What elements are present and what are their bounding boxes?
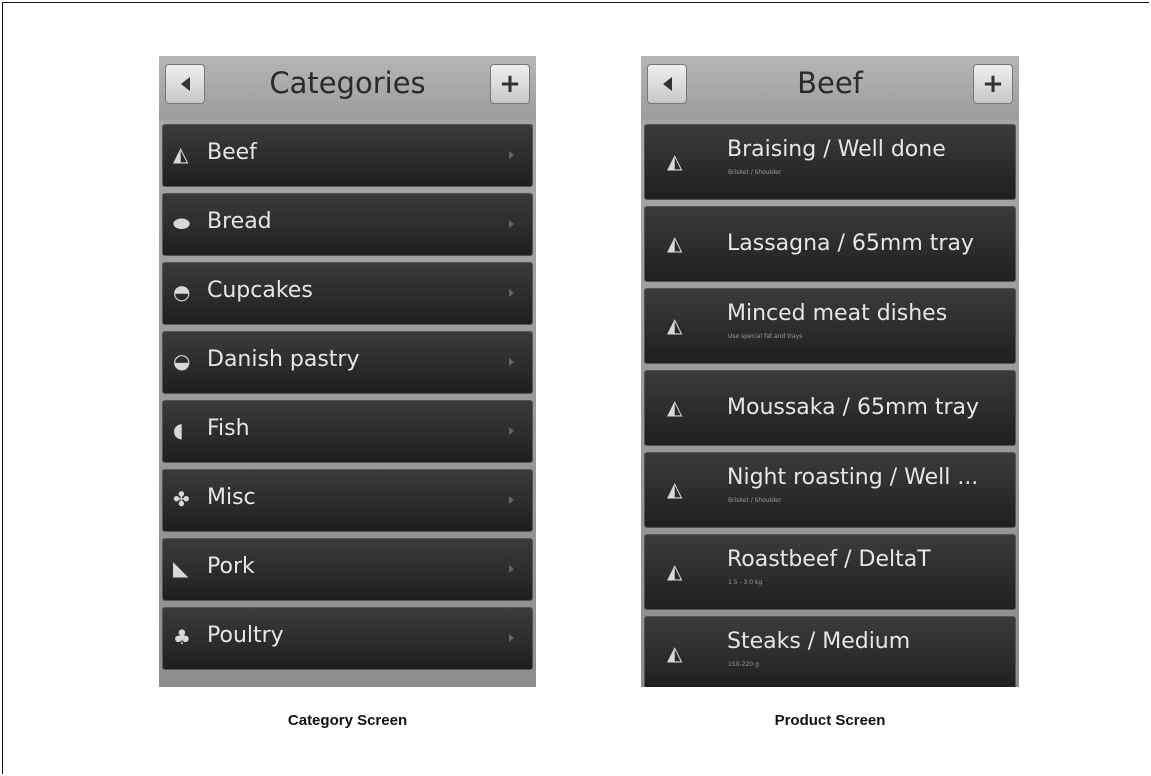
- page-title: Beef: [797, 66, 863, 100]
- category-screen-caption: Category Screen: [287, 712, 408, 729]
- product-sublabel: 150-220 g: [728, 661, 759, 668]
- chevron-right-icon: [509, 220, 514, 228]
- beef-icon: ◭: [667, 477, 683, 501]
- back-arrow-icon: [180, 77, 190, 91]
- category-label: Fish: [207, 416, 250, 441]
- add-button[interactable]: +: [490, 64, 530, 104]
- beef-icon: ◭: [667, 641, 683, 665]
- category-item-danish-pastry[interactable]: ◒ Danish pastry: [162, 331, 533, 394]
- chevron-right-icon: [509, 427, 514, 435]
- chevron-right-icon: [509, 565, 514, 573]
- chevron-right-icon: [509, 289, 514, 297]
- category-label: Pork: [207, 554, 255, 579]
- poultry-icon: ♣: [173, 625, 191, 649]
- category-label: Misc: [207, 485, 256, 510]
- back-button[interactable]: [165, 64, 205, 104]
- category-label: Bread: [207, 209, 272, 234]
- product-sublabel: Brisket / Shoulder: [728, 169, 782, 176]
- beef-icon: ◭: [667, 231, 683, 255]
- product-item[interactable]: ◭ Moussaka / 65mm tray: [644, 370, 1016, 446]
- beef-icon: ◭: [667, 559, 683, 583]
- category-item-poultry[interactable]: ♣ Poultry: [162, 607, 533, 670]
- add-button[interactable]: +: [973, 64, 1013, 104]
- product-list: ◭ Braising / Well done Brisket / Shoulder …: [644, 124, 1016, 687]
- product-screen: Beef + ◭ Braising / Well done Brisket / Sh…: [641, 56, 1019, 687]
- category-item-misc[interactable]: ✤ Misc: [162, 469, 533, 532]
- cupcake-icon: ◓: [173, 280, 191, 304]
- fish-icon: ◖: [173, 418, 184, 442]
- category-label: Cupcakes: [207, 278, 313, 303]
- product-sublabel: Brisket / Shoulder: [728, 497, 782, 504]
- product-item[interactable]: ◭ Lassagna / 65mm tray: [644, 206, 1016, 282]
- category-item-bread[interactable]: ⬬ Bread: [162, 193, 533, 256]
- pastry-icon: ◒: [173, 349, 191, 373]
- category-item-cupcakes[interactable]: ◓ Cupcakes: [162, 262, 533, 325]
- header-bar: Beef +: [641, 56, 1019, 120]
- category-item-fish[interactable]: ◖ Fish: [162, 400, 533, 463]
- category-item-beef[interactable]: ◭ Beef: [162, 124, 533, 187]
- beef-icon: ◭: [173, 142, 189, 166]
- product-label: Steaks / Medium: [727, 629, 911, 654]
- chevron-right-icon: [509, 358, 514, 366]
- bread-icon: ⬬: [173, 211, 191, 235]
- beef-icon: ◭: [667, 313, 683, 337]
- product-label: Lassagna / 65mm tray: [727, 231, 974, 256]
- chevron-right-icon: [509, 151, 514, 159]
- product-item[interactable]: ◭ Roastbeef / DeltaT 1.5 - 3.0 kg: [644, 534, 1016, 610]
- beef-icon: ◭: [667, 395, 683, 419]
- product-label: Braising / Well done: [727, 137, 946, 162]
- category-label: Danish pastry: [207, 347, 360, 372]
- category-item-pork[interactable]: ◣ Pork: [162, 538, 533, 601]
- product-item[interactable]: ◭ Minced meat dishes Use special fat and t…: [644, 288, 1016, 364]
- beef-icon: ◭: [667, 149, 683, 173]
- product-item[interactable]: ◭ Braising / Well done Brisket / Shoulder: [644, 124, 1016, 200]
- category-screen: Categories + ◭ Beef ⬬ Bread ◓ Cupcakes ◒ Dan…: [159, 56, 536, 687]
- product-sublabel: Use special fat and trays: [728, 333, 803, 340]
- chevron-right-icon: [509, 634, 514, 642]
- product-label: Night roasting / Well ...: [727, 465, 979, 490]
- category-label: Beef: [207, 140, 257, 165]
- product-label: Roastbeef / DeltaT: [727, 547, 931, 572]
- product-label: Moussaka / 65mm tray: [727, 395, 980, 420]
- product-item[interactable]: ◭ Night roasting / Well ... Brisket / Shou…: [644, 452, 1016, 528]
- category-label: Poultry: [207, 623, 284, 648]
- back-arrow-icon: [662, 77, 672, 91]
- product-sublabel: 1.5 - 3.0 kg: [728, 579, 763, 586]
- header-bar: Categories +: [159, 56, 536, 120]
- page-title: Categories: [269, 66, 426, 100]
- back-button[interactable]: [647, 64, 687, 104]
- product-screen-caption: Product Screen: [774, 712, 886, 729]
- category-list: ◭ Beef ⬬ Bread ◓ Cupcakes ◒ Danish pastry ◖ F…: [162, 124, 533, 676]
- misc-icon: ✤: [173, 487, 190, 511]
- chevron-right-icon: [509, 496, 514, 504]
- pork-icon: ◣: [173, 556, 189, 580]
- product-label: Minced meat dishes: [727, 301, 948, 326]
- product-item[interactable]: ◭ Steaks / Medium 150-220 g: [644, 616, 1016, 687]
